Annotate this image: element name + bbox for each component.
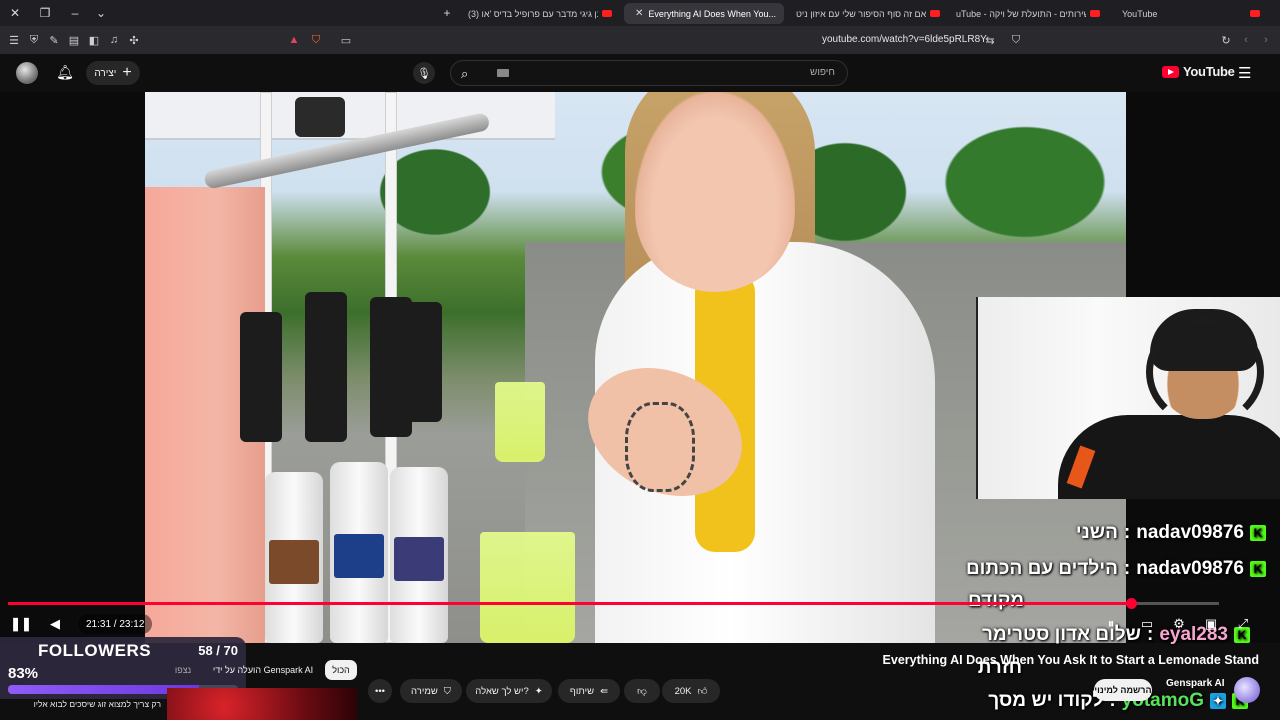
url-field[interactable]: youtube.com/watch?v=6lde5pRLR8Y xyxy=(822,34,987,45)
ask-label: יש לך שאלה? xyxy=(475,685,529,697)
tab-5[interactable]: (3) רונן גיגי מדבר עם פרופיל בדיס 'או xyxy=(462,3,622,24)
volume-icon[interactable]: ◀︎ xyxy=(45,614,65,634)
thumbs-up-icon: 👍︎ xyxy=(697,686,708,697)
sidebar-toggle-icon[interactable]: ◧ xyxy=(86,32,102,48)
scrubber-handle[interactable] xyxy=(1126,598,1138,609)
create-button[interactable]: יצירה + xyxy=(86,61,140,85)
tab-active[interactable]: ✕ Everything AI Does When You... xyxy=(624,3,784,24)
subscribe-button[interactable]: הרשמה למינוי xyxy=(1094,679,1152,701)
chat-message: K nadav09876 : הילדים עם הכתום xyxy=(966,558,1266,580)
share-button[interactable]: שיתוף ⇚ xyxy=(558,679,620,703)
tab-2[interactable]: uTube - השירותים - התועלת של ויקה xyxy=(950,3,1110,24)
progress-bar[interactable] xyxy=(8,598,1219,609)
forward-icon[interactable]: › xyxy=(1258,32,1274,48)
youtube-favicon-icon xyxy=(602,10,612,17)
sidebar-menu-icon[interactable]: ☰ xyxy=(6,32,22,48)
headphones xyxy=(1146,317,1264,427)
pause-icon[interactable]: ❚❚ xyxy=(10,614,32,634)
close-window-icon[interactable]: ✕ xyxy=(0,0,30,26)
time-display: 21:31 / 23:12 xyxy=(78,614,153,634)
save-label: שמירה xyxy=(411,685,438,697)
puzzle-icon[interactable]: ✣ xyxy=(126,32,142,48)
kick-icon: K xyxy=(1250,561,1266,577)
settings-gear-icon[interactable]: ⚙︎ xyxy=(1169,614,1189,634)
camera-mount xyxy=(295,97,345,137)
like-button[interactable]: 20K 👍︎ xyxy=(662,679,720,703)
youtube-play-icon xyxy=(1162,65,1179,78)
suggested-video-thumbnail[interactable] xyxy=(167,688,357,720)
followers-title: FOLLOWERS xyxy=(38,641,152,660)
reload-icon[interactable]: ↻ xyxy=(1218,32,1234,48)
search-placeholder: חיפוש xyxy=(810,67,835,78)
notifications-bell-icon[interactable]: 🔔︎ xyxy=(56,64,74,82)
close-tab-icon[interactable]: ✕ xyxy=(635,8,643,19)
chip-all[interactable]: הכול xyxy=(325,660,357,680)
tab-youtube[interactable]: YouTube xyxy=(1110,3,1270,24)
youtube-favicon-icon xyxy=(930,10,940,17)
like-count: 20K xyxy=(674,685,692,697)
brave-rewards-icon[interactable]: ▲ xyxy=(286,32,302,48)
followers-percent: 83% xyxy=(8,665,39,682)
tab-3[interactable]: האם זה סוף הסיפור שלי עם איזון ניט... xyxy=(790,3,950,24)
voice-search-icon[interactable]: 🎙︎ xyxy=(413,62,435,84)
kick-icon: K xyxy=(1250,525,1266,541)
keyboard-icon[interactable] xyxy=(497,69,509,77)
more-actions-button[interactable]: ••• xyxy=(368,679,392,703)
search-icon[interactable]: ⌕ xyxy=(461,66,468,82)
channel-avatar[interactable] xyxy=(1234,677,1260,703)
address-toolbar: ☰ ⛨ ✎ ▤ ◧ ♫ ✣ ▲ ⛉ ▭ youtube.com/watch?v=… xyxy=(0,26,1280,54)
chat-message: מקודם xyxy=(968,590,1024,611)
search-input[interactable]: ⌕ חיפוש xyxy=(450,60,848,86)
site-settings-icon[interactable]: ⇆ xyxy=(982,32,998,48)
share-label: שיתוף xyxy=(569,685,595,697)
brave-shield-icon[interactable]: ⛉ xyxy=(308,32,324,48)
channel-name[interactable]: Genspark AI xyxy=(1166,678,1225,689)
fullscreen-icon[interactable]: ⤢ xyxy=(1233,614,1253,634)
avatar[interactable] xyxy=(16,62,38,84)
video-title: Everything AI Does When You Ask It to St… xyxy=(882,653,1259,667)
share-icon: ⇚ xyxy=(600,685,609,697)
extensions-icon[interactable]: ✎ xyxy=(46,32,62,48)
restore-window-icon[interactable]: ❐ xyxy=(30,0,60,26)
chip-watched[interactable]: נצפו xyxy=(168,660,198,680)
plus-icon: + xyxy=(122,64,132,81)
ask-button[interactable]: יש לך שאלה? ✦ xyxy=(466,679,552,703)
bookmark-icon: ⛉ xyxy=(443,685,451,697)
create-label: יצירה xyxy=(94,67,117,79)
suggested-video-title[interactable]: רק צריך למצוא זוג שיסכים לבוא אליו xyxy=(0,699,165,720)
youtube-logo[interactable]: YouTube xyxy=(1162,64,1235,79)
youtube-favicon-icon xyxy=(1250,10,1260,17)
thumbs-down-icon: 👎︎ xyxy=(637,686,647,697)
sparkle-icon: ✦ xyxy=(534,685,543,697)
subtitles-icon[interactable]: ▭ xyxy=(1137,614,1157,634)
chat-message: K nadav09876 : השני xyxy=(1076,522,1266,544)
bookmark-icon[interactable]: ⛉ xyxy=(1008,32,1024,48)
screen-cast-icon[interactable]: ▭ xyxy=(338,32,354,48)
verified-badge-icon: ✦ xyxy=(1210,693,1226,709)
chip-uploaded-by[interactable]: הועלה על ידי Genspark AI xyxy=(208,660,318,680)
back-icon[interactable]: ‹ xyxy=(1238,32,1254,48)
tab-list-chevron-icon[interactable]: ⌄ xyxy=(86,0,116,26)
reader-icon[interactable]: ▤ xyxy=(66,32,82,48)
progress-fill xyxy=(8,602,1132,605)
streamer-webcam xyxy=(976,297,1280,499)
youtube-favicon-icon xyxy=(1090,10,1100,17)
save-button[interactable]: שמירה ⛉ xyxy=(400,679,462,703)
guide-menu-icon[interactable]: ☰ xyxy=(1238,64,1251,82)
youtube-logo-text: YouTube xyxy=(1183,64,1235,79)
more-icon: ••• xyxy=(375,685,385,697)
autoplay-toggle-icon[interactable]: ⏸︎ xyxy=(1101,614,1121,634)
flower-tattoo xyxy=(625,402,695,492)
music-icon[interactable]: ♫ xyxy=(106,32,122,48)
new-tab-icon[interactable]: + xyxy=(432,0,462,26)
dislike-button[interactable]: 👎︎ xyxy=(624,679,660,703)
miniplayer-icon[interactable]: ▣ xyxy=(1201,614,1221,634)
browser-tab-strip: ✕ ❐ – ⌄ + YouTube uTube - השירותים - התו… xyxy=(0,0,1280,26)
followers-count: 58 / 70 xyxy=(198,643,238,658)
shield-icon[interactable]: ⛨ xyxy=(26,32,42,48)
